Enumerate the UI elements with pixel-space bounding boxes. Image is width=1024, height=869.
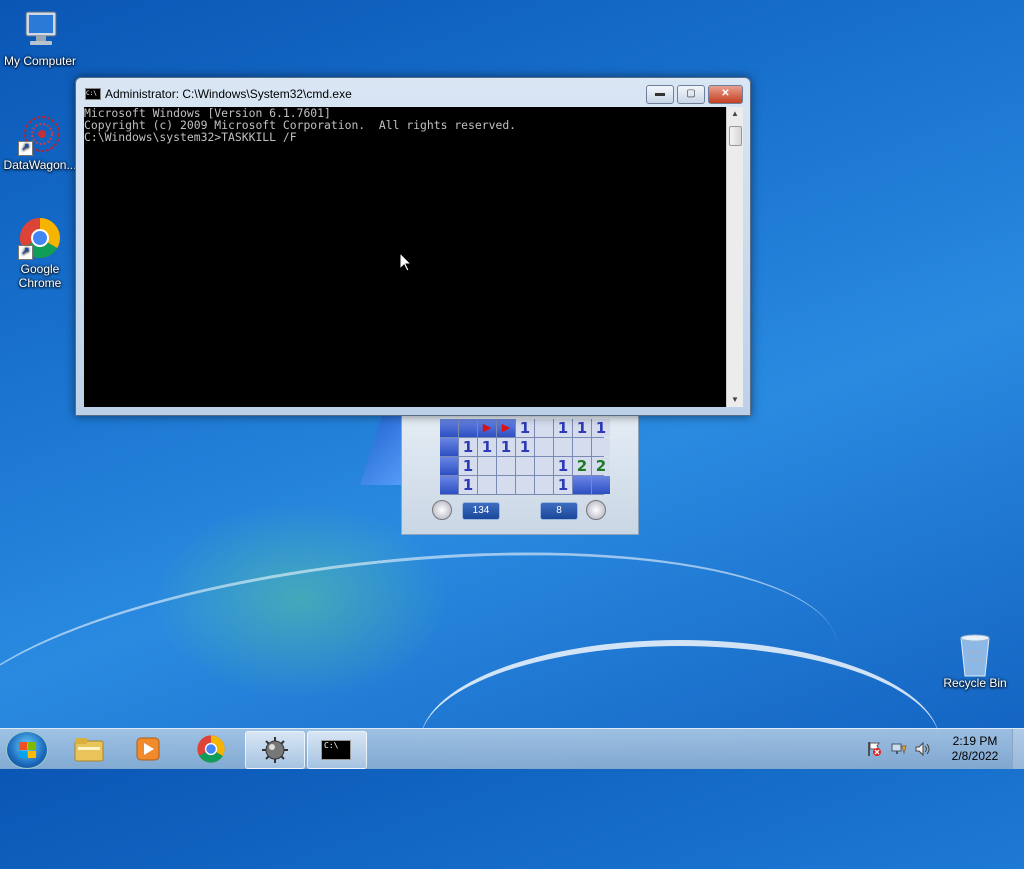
folder-icon (74, 738, 104, 762)
mine-cell[interactable] (535, 476, 553, 494)
mine-cell[interactable] (440, 438, 458, 456)
mine-cell[interactable]: 1 (497, 438, 515, 456)
taskbar-explorer[interactable] (60, 731, 118, 767)
mine-cell[interactable]: 1 (554, 419, 572, 437)
cmd-window[interactable]: C:\ Administrator: C:\Windows\System32\c… (75, 77, 751, 416)
action-center-flag-icon[interactable] (866, 741, 882, 757)
close-button[interactable]: ✕ (708, 85, 743, 104)
recycle-bin-icon (953, 630, 997, 677)
minesweeper-grid[interactable]: ▶ ▶ 1 1 1 1 1 1 1 1 1 1 2 2 1 1 (440, 419, 610, 495)
window-title: Administrator: C:\Windows\System32\cmd.e… (105, 87, 352, 101)
mine-cell[interactable]: 1 (554, 476, 572, 494)
show-desktop-button[interactable] (1012, 729, 1024, 769)
desktop-icon-label: DataWagon... (3, 158, 77, 172)
mines-counter: 8 (540, 502, 578, 520)
mine-cell[interactable]: 1 (459, 438, 477, 456)
system-clock[interactable]: 2:19 PM 2/8/2022 (945, 734, 1005, 764)
minesweeper-window[interactable]: ▶ ▶ 1 1 1 1 1 1 1 1 1 1 2 2 1 1 134 8 (401, 410, 639, 535)
cmd-app-icon: C:\ (85, 88, 101, 100)
start-button[interactable] (6, 731, 48, 769)
minesweeper-status-bar: 134 8 (402, 500, 638, 522)
timer-counter: 134 (462, 502, 500, 520)
mouse-cursor-icon (400, 253, 412, 272)
computer-icon (18, 8, 62, 52)
cmd-icon: C:\ (321, 740, 351, 760)
mine-cell[interactable]: 1 (478, 438, 496, 456)
minimize-button[interactable]: ▬ (646, 85, 674, 104)
vertical-scrollbar[interactable]: ▲ ▼ (726, 107, 743, 407)
shortcut-arrow-icon: ↗ (18, 245, 33, 260)
mine-cell[interactable] (440, 476, 458, 494)
mine-cell[interactable] (478, 457, 496, 475)
flag-icon[interactable]: ▶ (478, 419, 496, 437)
mine-cell[interactable]: 2 (592, 457, 610, 475)
mine-cell[interactable] (554, 438, 572, 456)
datawagon-icon: ↗ (18, 112, 62, 156)
desktop-icon-label: Recycle Bin (943, 676, 1007, 690)
scroll-thumb[interactable] (729, 126, 742, 146)
chrome-icon (197, 735, 225, 763)
windows-logo-icon (19, 742, 36, 758)
taskbar-cmd[interactable]: C:\ (307, 731, 367, 769)
mine-cell[interactable] (459, 419, 477, 437)
mine-cell[interactable]: 1 (573, 419, 591, 437)
scroll-down-arrow-icon[interactable]: ▼ (727, 393, 743, 407)
scroll-up-arrow-icon[interactable]: ▲ (727, 107, 743, 121)
taskbar-minesweeper[interactable] (245, 731, 305, 769)
desktop-icon-label: Google Chrome (18, 262, 62, 290)
taskbar-media-player[interactable] (120, 731, 178, 767)
desktop-icon-label: My Computer (3, 54, 77, 68)
volume-icon[interactable] (914, 741, 932, 757)
mine-cell[interactable]: 1 (516, 419, 534, 437)
mine-cell[interactable] (535, 419, 553, 437)
timer-clock-icon (432, 500, 452, 520)
mine-cell[interactable] (535, 457, 553, 475)
mine-cell[interactable] (592, 438, 610, 456)
mine-cell[interactable] (478, 476, 496, 494)
mine-cell[interactable] (516, 457, 534, 475)
mine-cell[interactable]: 2 (573, 457, 591, 475)
mine-cell[interactable]: 1 (516, 438, 534, 456)
mine-cell[interactable]: 1 (459, 457, 477, 475)
cmd-titlebar[interactable]: C:\ Administrator: C:\Windows\System32\c… (76, 78, 750, 106)
network-icon[interactable] (891, 741, 907, 757)
flag-icon[interactable]: ▶ (497, 419, 515, 437)
minesweeper-mine-icon (262, 737, 288, 763)
mine-cell[interactable] (535, 438, 553, 456)
media-player-icon (136, 737, 160, 761)
mine-cell[interactable] (497, 476, 515, 494)
desktop-icon-datawagon[interactable]: ↗ DataWagon... (0, 112, 80, 172)
clock-date: 2/8/2022 (951, 749, 999, 763)
mine-cell[interactable] (573, 438, 591, 456)
chrome-icon: ↗ (18, 216, 62, 260)
clock-time: 2:19 PM (952, 734, 998, 748)
mine-cell[interactable] (440, 457, 458, 475)
desktop-icon-my-computer[interactable]: My Computer (0, 8, 80, 68)
taskbar-chrome[interactable] (182, 731, 240, 767)
maximize-button[interactable]: ▢ (677, 85, 705, 104)
desktop-icon-google-chrome[interactable]: ↗ Google Chrome (0, 216, 80, 290)
mine-icon (586, 500, 606, 520)
mine-cell[interactable] (516, 476, 534, 494)
taskbar: C:\ 2:19 PM 2/8/2022 (0, 728, 1024, 769)
desktop-icon-recycle-bin[interactable]: Recycle Bin (935, 630, 1015, 690)
mine-cell[interactable] (497, 457, 515, 475)
mine-cell[interactable] (573, 476, 591, 494)
console-prompt-line: C:\Windows\system32>TASKKILL /F (84, 130, 297, 144)
mine-cell[interactable] (440, 419, 458, 437)
mine-cell[interactable]: 1 (459, 476, 477, 494)
mine-cell[interactable]: 1 (554, 457, 572, 475)
mine-cell[interactable] (592, 476, 610, 494)
shortcut-arrow-icon: ↗ (18, 141, 33, 156)
mine-cell[interactable]: 1 (592, 419, 610, 437)
